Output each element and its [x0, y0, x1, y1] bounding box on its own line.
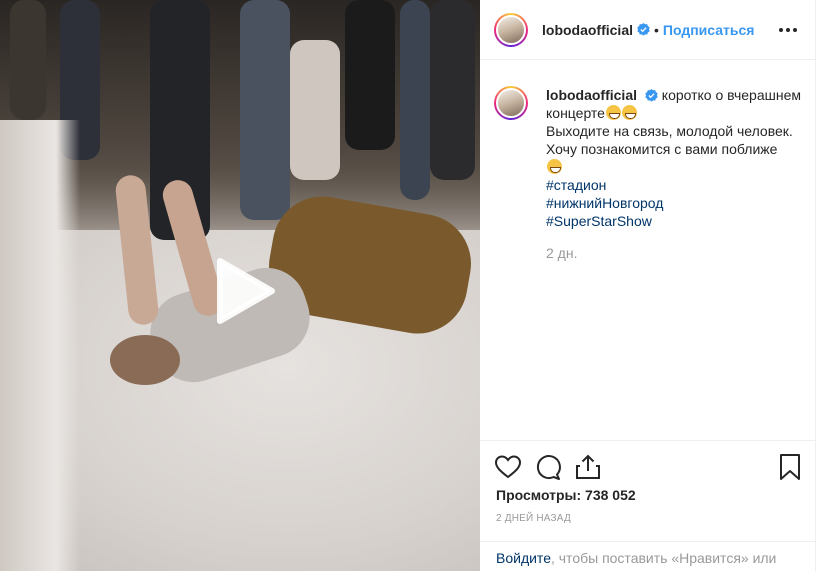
video-figure [345, 0, 395, 150]
avatar[interactable] [494, 12, 528, 47]
post-video[interactable] [0, 0, 480, 571]
hashtag-link[interactable]: #SuperStarShow [546, 212, 802, 230]
laughing-emoji-icon [605, 105, 621, 120]
follow-button[interactable]: Подписаться [663, 22, 755, 38]
caption-timestamp: 2 дн. [546, 245, 578, 261]
caption-line-3: Хочу познакомится с вами поближе [546, 141, 778, 157]
post-header: lobodaofficial • Подписаться [480, 0, 816, 60]
comment-icon[interactable] [534, 453, 562, 481]
verified-badge-icon [637, 23, 650, 36]
video-foreground-person [0, 120, 80, 571]
video-person-head [110, 335, 180, 385]
login-prompt: Войдите, чтобы поставить «Нравится» или … [480, 541, 816, 571]
post-date: 2 ДНЕЙ НАЗАД [496, 513, 571, 524]
avatar-image [496, 88, 526, 118]
grinning-emoji-icon [547, 159, 562, 174]
play-icon [217, 258, 275, 324]
grinning-emoji-icon [621, 105, 637, 120]
login-link[interactable]: Войдите [496, 550, 551, 566]
bookmark-icon[interactable] [776, 453, 804, 481]
caption-text: lobodaofficial коротко о вчерашнем конце… [546, 86, 802, 262]
post-container: lobodaofficial • Подписаться lobodaoffic… [0, 0, 816, 571]
heart-icon[interactable] [494, 453, 522, 481]
more-options-icon[interactable] [778, 20, 798, 40]
caption-username-link[interactable]: lobodaofficial [546, 87, 637, 103]
username-link[interactable]: lobodaofficial [542, 22, 633, 38]
caption-line-2: Выходите на связь, молодой человек. [546, 123, 793, 139]
avatar-image [496, 14, 526, 45]
hashtag-link[interactable]: #стадион [546, 176, 802, 194]
actions-section: Просмотры: 738 052 2 ДНЕЙ НАЗАД Войдите,… [480, 440, 816, 571]
share-icon[interactable] [574, 453, 602, 481]
play-button[interactable] [206, 255, 278, 327]
hashtag-link[interactable]: #нижнийНовгород [546, 194, 802, 212]
caption-section: lobodaofficial коротко о вчерашнем конце… [480, 60, 816, 440]
video-figure [240, 0, 290, 220]
verified-badge-icon [645, 89, 658, 102]
action-bar [494, 453, 802, 481]
video-figure [290, 40, 340, 180]
separator-dot: • [654, 21, 659, 38]
views-count[interactable]: Просмотры: 738 052 [496, 487, 636, 503]
video-figure [400, 0, 430, 200]
video-figure [430, 0, 475, 180]
video-figure [10, 0, 46, 120]
caption-avatar[interactable] [494, 86, 528, 120]
